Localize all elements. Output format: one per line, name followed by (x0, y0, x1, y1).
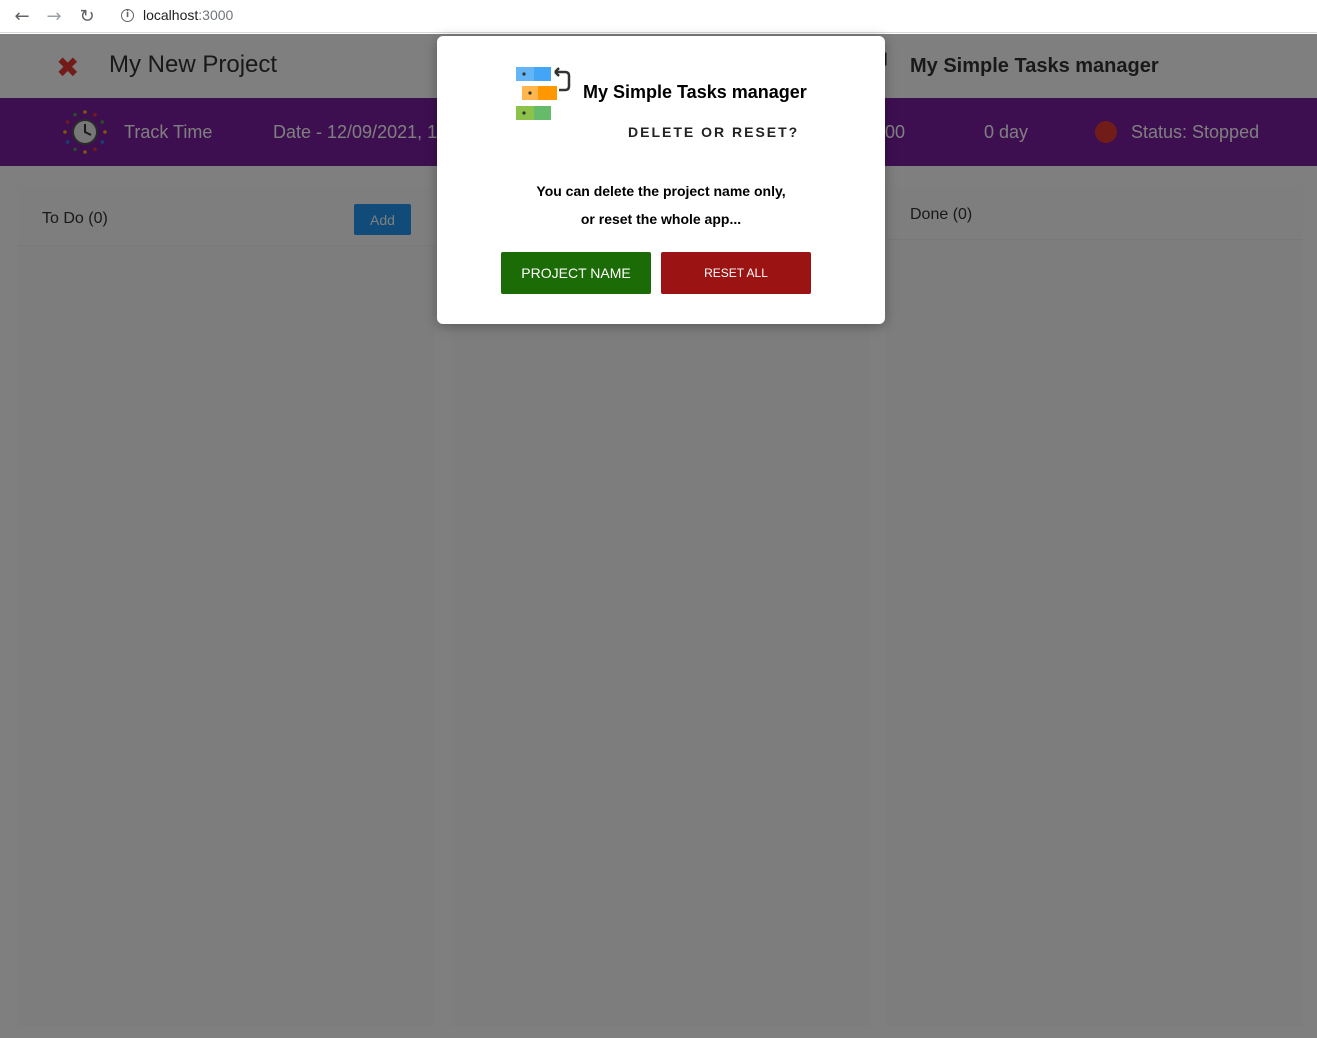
forward-arrow-icon[interactable]: → (42, 4, 66, 28)
browser-toolbar: ← → ↻ i localhost:3000 (0, 0, 1317, 33)
tasks-logo-icon (516, 67, 571, 120)
dialog-app-name: My Simple Tasks manager (583, 82, 807, 102)
url-port: :3000 (198, 7, 234, 23)
dialog-message-line1: You can delete the project name only, (536, 183, 786, 199)
url-host: localhost (143, 7, 199, 23)
project-name-button[interactable]: PROJECT NAME (501, 252, 651, 294)
dialog-heading: DELETE OR RESET? (628, 124, 800, 140)
delete-reset-dialog: My Simple Tasks manager DELETE OR RESET?… (437, 36, 885, 324)
reset-all-button[interactable]: RESET ALL (661, 252, 811, 294)
address-bar[interactable]: i localhost:3000 (110, 2, 1317, 28)
dialog-message-line2: or reset the whole app... (580, 211, 742, 227)
reload-icon[interactable]: ↻ (75, 4, 99, 28)
info-icon[interactable]: i (121, 8, 134, 22)
back-arrow-icon[interactable]: ← (10, 4, 34, 28)
